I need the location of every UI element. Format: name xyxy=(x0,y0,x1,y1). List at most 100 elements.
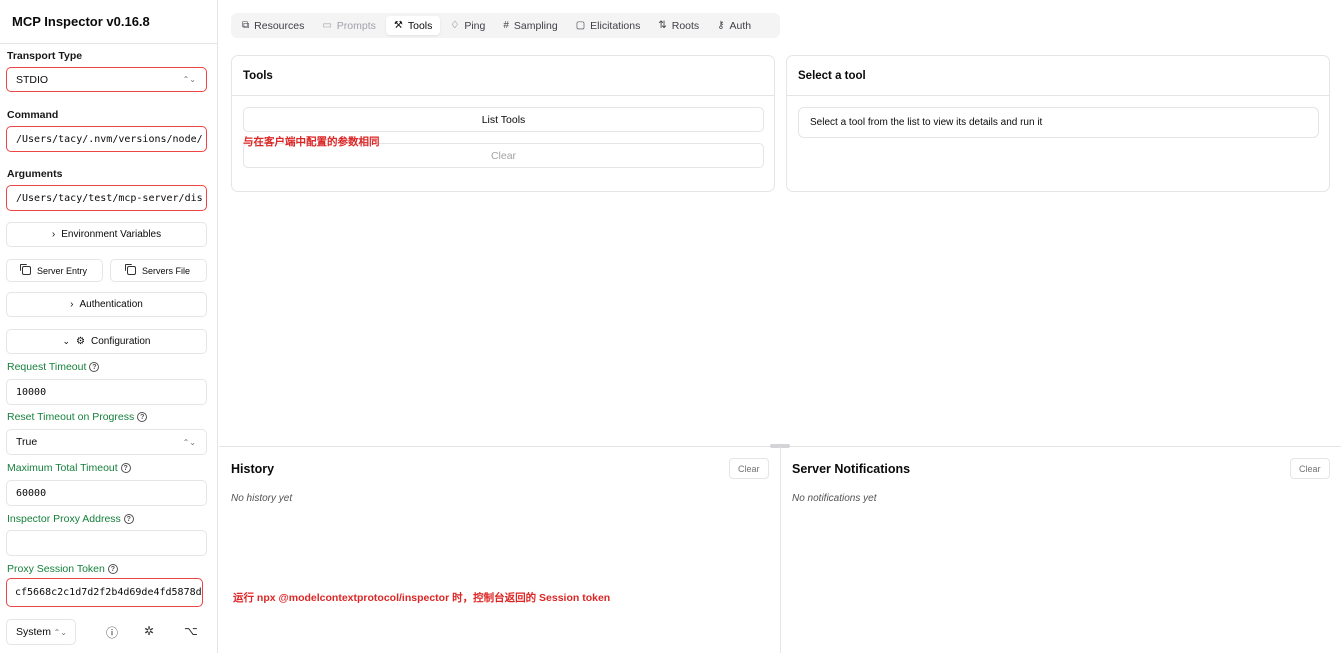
tab-resources[interactable]: ⧉ Resources xyxy=(234,16,312,35)
max-timeout-value: 60000 xyxy=(16,487,47,499)
tab-tools[interactable]: ⚒ Tools xyxy=(385,16,441,35)
select-tool-card: Select a tool Select a tool from the lis… xyxy=(786,55,1330,192)
roots-icon: ⇅ xyxy=(658,20,667,31)
transport-type-value: STDIO xyxy=(16,73,49,86)
tab-label: Prompts xyxy=(336,19,376,32)
config-annotation: 与在客户端中配置的参数相同 xyxy=(243,136,380,148)
select-tool-hint-box: Select a tool from the list to view its … xyxy=(798,107,1319,138)
tools-card: Tools List Tools Clear xyxy=(231,55,775,192)
tab-label: Roots xyxy=(671,19,700,32)
github-icon[interactable]: ⌥ xyxy=(184,624,198,638)
session-token-value: cf5668c2c1d7d2f2b4d69de4fd5878d xyxy=(15,587,202,598)
help-icon[interactable]: ? xyxy=(107,564,118,574)
help-icon[interactable]: ? xyxy=(120,463,131,473)
clear-history-button[interactable]: Clear xyxy=(729,458,769,479)
select-tool-title: Select a tool xyxy=(787,56,1329,96)
tab-elicitations[interactable]: ▢ Elicitations xyxy=(568,16,649,35)
chevron-right-icon: › xyxy=(70,299,74,310)
tab-label: Sampling xyxy=(513,19,558,32)
tab-prompts[interactable]: ▭ Prompts xyxy=(314,16,384,35)
help-circle-icon[interactable]: ⓘ xyxy=(106,624,118,641)
authentication-label: Authentication xyxy=(79,299,143,310)
tools-icon: ⚒ xyxy=(393,20,403,31)
reset-timeout-label: Reset Timeout on Progress ? xyxy=(7,411,148,423)
clear-tools-label: Clear xyxy=(490,149,517,162)
tab-label: Resources xyxy=(254,19,305,32)
hash-icon: # xyxy=(503,20,509,31)
request-timeout-value: 10000 xyxy=(16,386,47,398)
max-timeout-text: Maximum Total Timeout xyxy=(7,462,118,474)
transport-type-select[interactable]: STDIO ⌃⌄ xyxy=(6,67,207,92)
tab-label: Ping xyxy=(464,19,486,32)
proxy-address-input[interactable] xyxy=(6,530,207,556)
tab-ping[interactable]: ♢ Ping xyxy=(442,16,493,35)
tab-sampling[interactable]: # Sampling xyxy=(495,16,565,35)
transport-type-label: Transport Type xyxy=(7,50,83,62)
tab-label: Elicitations xyxy=(590,19,641,32)
session-token-label: Proxy Session Token ? xyxy=(7,563,118,575)
history-empty: No history yet xyxy=(231,493,293,504)
reset-timeout-value: True xyxy=(16,436,38,448)
configuration-button[interactable]: ⌄ ⚙ Configuration xyxy=(6,329,207,354)
servers-file-button[interactable]: Servers File xyxy=(110,259,207,282)
history-title: History xyxy=(231,462,275,476)
authentication-button[interactable]: › Authentication xyxy=(6,292,207,317)
arguments-label: Arguments xyxy=(7,168,63,180)
tools-card-title: Tools xyxy=(232,56,774,96)
key-icon: ⚷ xyxy=(717,20,725,31)
message-icon: ▢ xyxy=(575,20,586,31)
configuration-label: Configuration xyxy=(91,336,151,347)
tab-auth[interactable]: ⚷ Auth xyxy=(709,16,759,35)
theme-select[interactable]: System ⌃⌄ xyxy=(6,619,76,645)
chevron-updown-icon: ⌃⌄ xyxy=(182,437,196,447)
help-icon[interactable]: ? xyxy=(123,514,134,524)
select-tool-hint: Select a tool from the list to view its … xyxy=(810,117,1043,128)
arguments-input[interactable]: /Users/tacy/test/mcp-server/dis xyxy=(6,185,207,211)
tab-roots[interactable]: ⇅ Roots xyxy=(650,16,707,35)
chevron-right-icon: › xyxy=(51,229,56,240)
notifications-title: Server Notifications xyxy=(792,462,911,476)
tab-bar: ⧉ Resources ▭ Prompts ⚒ Tools ♢ Ping # S… xyxy=(231,13,780,38)
chevron-down-icon: ⌄ xyxy=(62,336,71,346)
environment-variables-label: Environment Variables xyxy=(61,229,162,240)
sidebar-header: MCP Inspector v0.16.8 xyxy=(0,0,217,44)
help-icon[interactable]: ? xyxy=(89,362,100,372)
server-entry-label: Server Entry xyxy=(36,265,87,276)
prompts-icon: ▭ xyxy=(322,20,332,31)
notifications-empty: No notifications yet xyxy=(792,493,877,504)
bug-icon[interactable]: ✲ xyxy=(144,624,154,638)
request-timeout-input[interactable]: 10000 xyxy=(6,379,207,405)
command-input[interactable]: /Users/tacy/.nvm/versions/node/ xyxy=(6,126,207,152)
session-token-input[interactable]: cf5668c2c1d7d2f2b4d69de4fd5878d xyxy=(6,578,203,607)
list-tools-label: List Tools xyxy=(481,113,526,126)
max-timeout-input[interactable]: 60000 xyxy=(6,480,207,506)
sidebar: MCP Inspector v0.16.8 Transport Type STD… xyxy=(0,0,218,653)
panel-divider-vertical xyxy=(780,447,781,653)
clear-notifications-button[interactable]: Clear xyxy=(1290,458,1330,479)
reset-timeout-text: Reset Timeout on Progress xyxy=(7,411,135,423)
command-value: /Users/tacy/.nvm/versions/node/ xyxy=(16,133,203,145)
token-annotation: 运行 npx @modelcontextprotocol/inspector 时… xyxy=(233,592,611,604)
copy-icon xyxy=(124,264,136,275)
session-token-text: Proxy Session Token xyxy=(7,563,105,575)
command-label: Command xyxy=(7,109,59,121)
chevron-updown-icon: ⌃⌄ xyxy=(53,627,67,637)
request-timeout-label: Request Timeout ? xyxy=(7,361,100,373)
theme-value: System xyxy=(16,626,52,638)
chevron-updown-icon: ⌃⌄ xyxy=(182,75,196,84)
arguments-value: /Users/tacy/test/mcp-server/dis xyxy=(16,192,203,204)
server-entry-button[interactable]: Server Entry xyxy=(6,259,103,282)
reset-timeout-select[interactable]: True ⌃⌄ xyxy=(6,429,207,455)
bell-icon: ♢ xyxy=(450,20,460,31)
environment-variables-button[interactable]: › Environment Variables xyxy=(6,222,207,247)
servers-file-label: Servers File xyxy=(141,265,190,276)
tab-label: Auth xyxy=(729,19,752,32)
proxy-address-label: Inspector Proxy Address ? xyxy=(7,513,134,525)
request-timeout-text: Request Timeout xyxy=(7,361,87,373)
resources-icon: ⧉ xyxy=(242,20,250,31)
help-icon[interactable]: ? xyxy=(137,412,148,422)
gear-icon: ⚙ xyxy=(76,336,86,347)
app-title: MCP Inspector v0.16.8 xyxy=(12,14,150,29)
list-tools-button[interactable]: List Tools xyxy=(243,107,764,132)
proxy-address-text: Inspector Proxy Address xyxy=(7,513,121,525)
